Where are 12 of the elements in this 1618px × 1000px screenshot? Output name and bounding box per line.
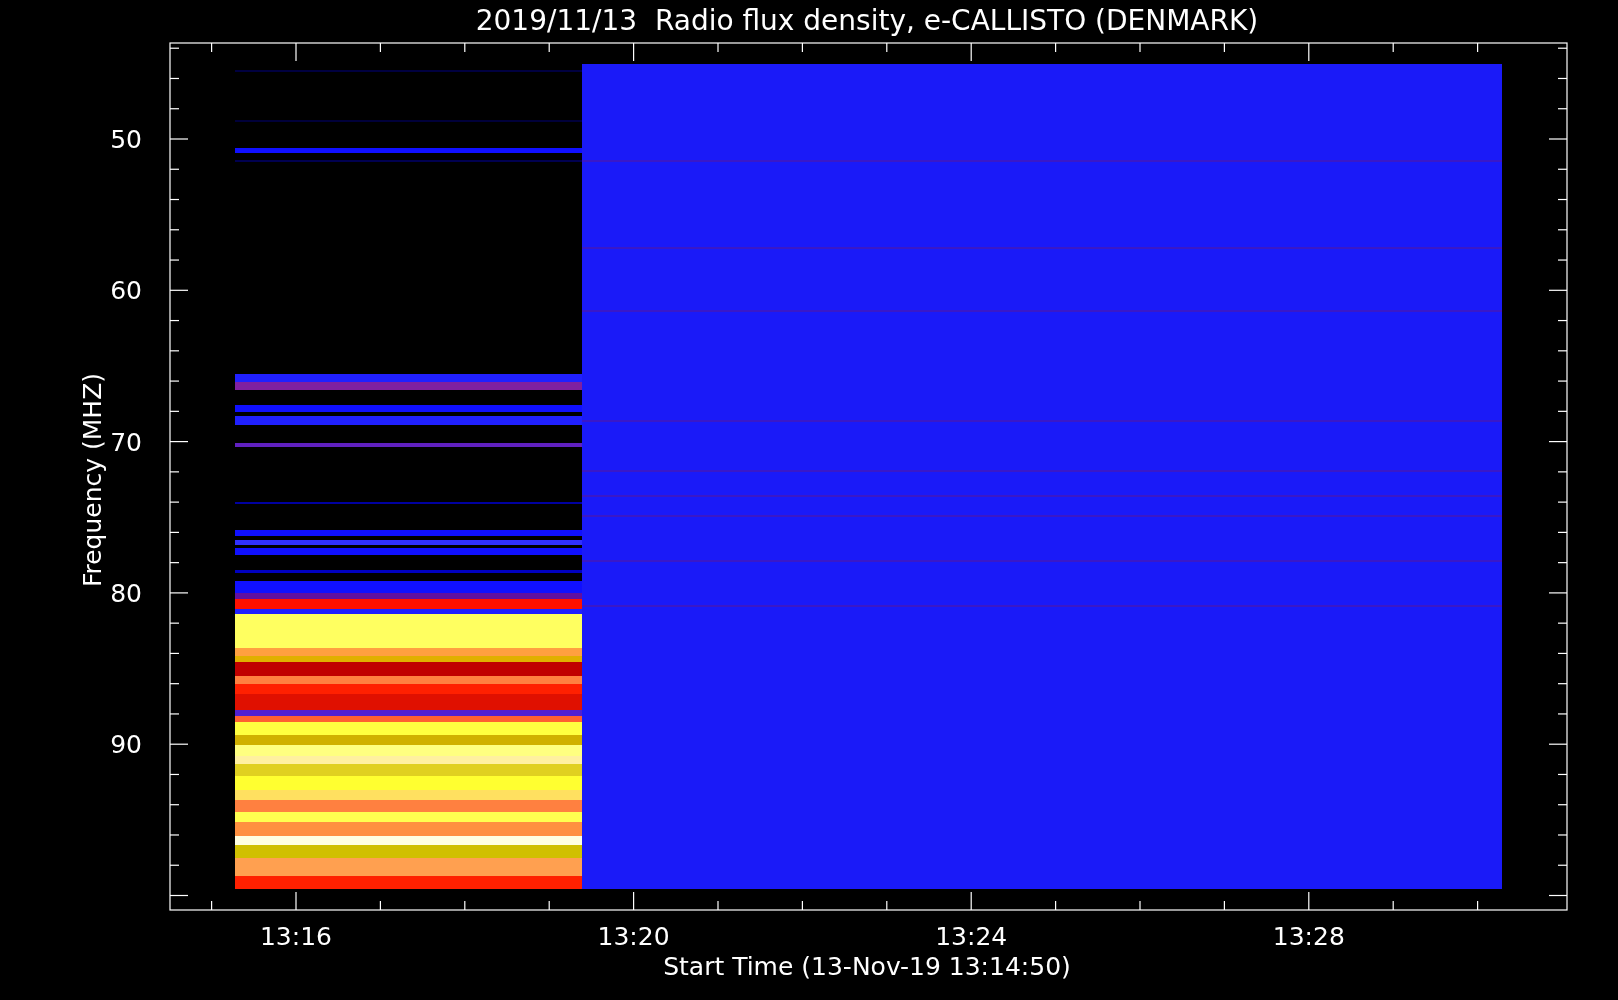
y-tick-label: 60 — [110, 276, 142, 306]
x-axis-label: Start Time (13-Nov-19 13:14:50) — [663, 952, 1071, 981]
y-tick-label: 50 — [110, 125, 142, 154]
y-tick-label: 70 — [110, 427, 142, 457]
y-tick-label: 90 — [110, 730, 142, 760]
chart-title: 2019/11/13 Radio flux density, e-CALLISTO (DENMARK) — [475, 4, 1259, 37]
y-axis-label: Frequency (MHZ) — [78, 372, 107, 588]
x-tick-label: 13:24 — [935, 922, 1008, 951]
x-tick-label: 13:20 — [597, 922, 670, 951]
x-tick-label: 13:16 — [260, 922, 332, 951]
y-tick-label: 80 — [110, 578, 142, 608]
x-tick-label: 13:28 — [1272, 922, 1345, 951]
